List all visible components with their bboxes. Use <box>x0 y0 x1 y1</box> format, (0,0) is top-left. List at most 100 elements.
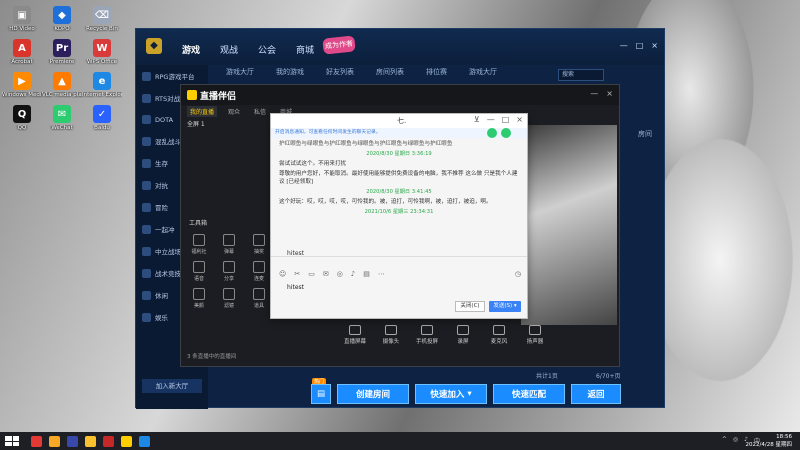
chat-input[interactable]: hitest <box>287 284 304 291</box>
tray-icon[interactable]: ◎ <box>733 436 738 445</box>
desktop-icon-label: QQ <box>17 125 27 131</box>
live-tab[interactable]: 我的直播 <box>187 106 218 117</box>
join-lobby-button[interactable]: 加入新大厅 <box>142 379 202 393</box>
desktop-icon[interactable]: ◆ KOPO <box>42 6 82 32</box>
toolbox-tool[interactable]: 抽奖 <box>245 234 273 255</box>
game-top-bar: ◆ 游戏 观战 公会 商城 成为作者 — □ × <box>136 29 664 65</box>
toolbox-tool[interactable]: 道具 <box>245 288 273 309</box>
toolbox-tool[interactable]: 福利社 <box>185 234 213 255</box>
live-control[interactable]: 直播屏幕 <box>341 325 369 345</box>
desktop-icon[interactable]: A Acrobat <box>2 39 42 65</box>
desktop-icon[interactable]: ▣ HD Video <box>2 6 42 32</box>
screenshot-icon[interactable]: ▭ <box>308 270 315 278</box>
taskbar-app-icon[interactable] <box>139 435 150 447</box>
game-category-icon <box>142 136 151 146</box>
minimize-icon[interactable]: — <box>620 41 628 50</box>
desktop-icon-label: Premiere <box>49 59 75 65</box>
create-room-button[interactable]: 创建房间 <box>337 384 409 404</box>
desktop-icon[interactable]: Q QQ <box>2 105 42 131</box>
more-icon[interactable]: ⋯ <box>378 270 385 278</box>
close-icon[interactable]: × <box>651 41 658 50</box>
game-nav-item[interactable]: 游戏 <box>182 43 200 56</box>
desktop-app-icon: e <box>93 72 111 90</box>
game-nav-item[interactable]: 公会 <box>258 43 276 56</box>
become-author-badge[interactable]: 成为作者 <box>322 35 356 55</box>
live-control-label: 扬声器 <box>526 339 544 345</box>
desktop-icon[interactable]: e Internet Explorer <box>82 72 122 98</box>
mail-icon[interactable]: ✉ <box>323 270 329 278</box>
game-subnav-item[interactable]: 房间列表 <box>376 67 404 77</box>
quick-join-button[interactable]: 快速加入 ▾ <box>415 384 487 404</box>
game-subnav-item[interactable]: 我的游戏 <box>276 67 304 77</box>
desktop-icon[interactable]: ⌫ Recycle Bin <box>82 6 122 32</box>
taskbar-app-icon[interactable] <box>103 435 114 447</box>
history-clock-icon[interactable]: ◷ <box>515 270 521 278</box>
desktop-icon[interactable]: ✉ WeChat <box>42 105 82 131</box>
taskbar-app-icon[interactable] <box>85 435 96 447</box>
taskbar-clock[interactable]: 18:56 2022/4/28 星期四 <box>746 433 792 449</box>
game-subnav-item[interactable]: 游戏大厅 <box>469 67 497 77</box>
live-control[interactable]: 录屏 <box>449 325 477 345</box>
file-icon[interactable]: ▤ <box>363 270 370 278</box>
desktop-icon[interactable]: W WPS Office <box>82 39 122 65</box>
desktop-icon[interactable]: Pr Premiere <box>42 39 82 65</box>
taskbar-app-icon[interactable] <box>121 435 132 447</box>
live-control[interactable]: 摄像头 <box>377 325 405 345</box>
taskbar-app-icon[interactable] <box>49 435 60 447</box>
game-sidebar-label: RTS对战 <box>155 95 181 103</box>
send-button[interactable]: 发送(S) ▾ <box>489 301 521 312</box>
maximize-icon[interactable]: □ <box>502 115 510 124</box>
pin-icon[interactable]: ⊻ <box>474 115 480 124</box>
game-nav-item[interactable]: 观战 <box>220 43 238 56</box>
camera-icon[interactable]: ◎ <box>337 270 343 278</box>
desktop-app-icon: Q <box>13 105 31 123</box>
game-subnav-item[interactable]: 好友列表 <box>326 67 354 77</box>
back-button[interactable]: 返回 <box>571 384 621 404</box>
live-tab[interactable]: 私信 <box>251 106 269 117</box>
close-icon[interactable]: × <box>606 89 613 98</box>
taskbar-app-icon[interactable] <box>31 435 42 447</box>
music-icon[interactable]: ♪ <box>351 270 355 278</box>
video-call-icon[interactable] <box>501 128 511 138</box>
quick-match-button[interactable]: 快速匹配 <box>493 384 565 404</box>
game-nav-item[interactable]: 商城 <box>296 43 314 56</box>
desktop-icon-label: Acrobat <box>11 59 33 65</box>
live-control[interactable]: 扬声器 <box>521 325 549 345</box>
taskbar-app-icon[interactable] <box>67 435 78 447</box>
desktop-icon[interactable]: ▶ Windows Media Player <box>2 72 42 98</box>
toolbox-tool[interactable]: 滤镜 <box>215 288 243 309</box>
game-bottom-actions: ▤ 创建房间 快速加入 ▾ 快速匹配 返回 <box>311 384 621 404</box>
scissors-icon[interactable]: ✂ <box>294 270 300 278</box>
desktop-icon[interactable]: ✓ Baidu <box>82 105 122 131</box>
toolbox-tool[interactable]: 美颜 <box>185 288 213 309</box>
emoji-icon[interactable]: ☺ <box>279 270 286 278</box>
shop-icon[interactable]: ▤ <box>311 384 331 404</box>
game-search-input[interactable]: 搜索 <box>558 69 604 81</box>
tool-label: 道具 <box>253 303 264 309</box>
minimize-icon[interactable]: — <box>487 115 495 124</box>
toolbox-tool[interactable]: 语音 <box>185 261 213 282</box>
close-icon[interactable]: × <box>516 115 523 124</box>
live-control[interactable]: 手机投屏 <box>413 325 441 345</box>
game-subnav-item[interactable]: 排位赛 <box>426 67 447 77</box>
minimize-icon[interactable]: — <box>590 89 598 98</box>
live-top-bar: 直播伴侣 — × <box>181 85 619 105</box>
windows-start-icon[interactable] <box>5 436 19 446</box>
maximize-icon[interactable]: □ <box>636 41 644 50</box>
scene-item[interactable]: 全屏 1 <box>187 119 205 128</box>
live-app-title: 直播伴侣 <box>200 92 237 102</box>
toolbox-tool[interactable]: 分享 <box>215 261 243 282</box>
close-button[interactable]: 关闭(C) <box>455 301 485 312</box>
live-control[interactable]: 麦克风 <box>485 325 513 345</box>
toolbox-tool[interactable]: 弹幕 <box>215 234 243 255</box>
tray-icon[interactable]: ^ <box>722 436 727 445</box>
desktop-app-icon: ⌫ <box>93 6 111 24</box>
desktop-icon[interactable]: ▲ VLC media player <box>42 72 82 98</box>
voice-call-icon[interactable] <box>487 128 497 138</box>
live-tab[interactable]: 观众 <box>225 106 243 117</box>
live-control-icon <box>493 325 505 335</box>
toolbox-tool[interactable]: 连麦 <box>245 261 273 282</box>
game-subnav-item[interactable]: 游戏大厅 <box>226 67 254 77</box>
live-window-controls: — × <box>590 89 613 98</box>
desktop-app-icon: ✉ <box>53 105 71 123</box>
